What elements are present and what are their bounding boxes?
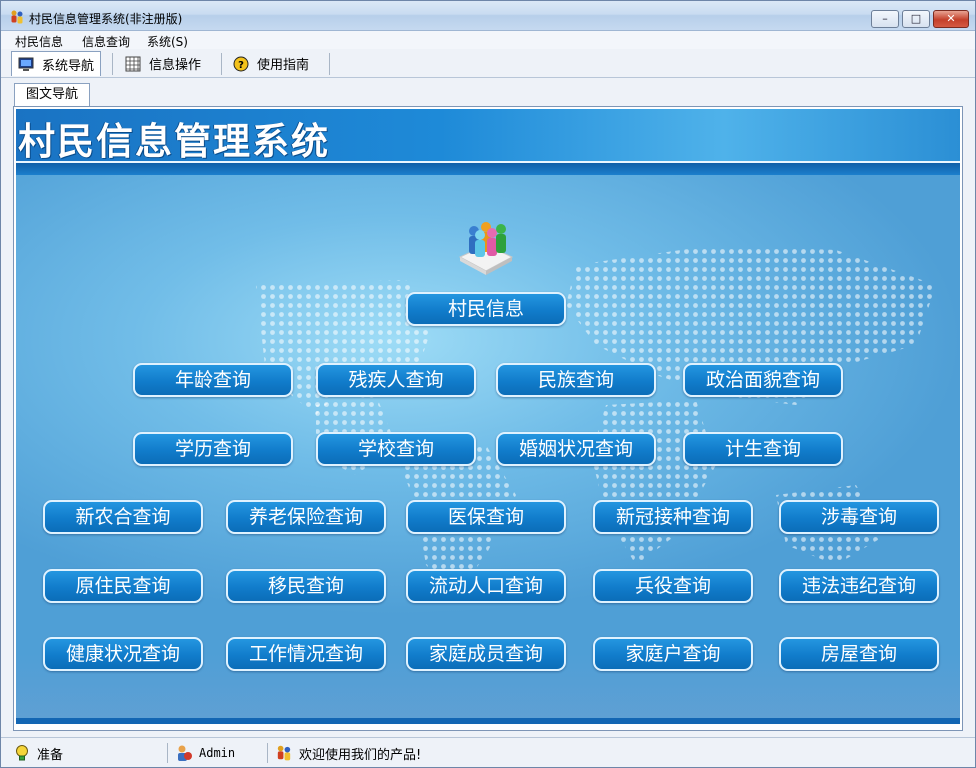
menu-bar: 村民信息 信息查询 系统(S) <box>1 31 975 49</box>
status-welcome-text: 欢迎使用我们的产品! <box>299 747 422 763</box>
navigation-stage: 村民信息 年龄查询 残疾人查询 民族查询 政治面貌查询 学历查询 学校查询 婚姻… <box>16 175 960 724</box>
grid-icon <box>125 56 141 71</box>
user-icon <box>178 745 192 761</box>
status-welcome: 欢迎使用我们的产品! <box>275 738 421 768</box>
native-resident-query-button[interactable]: 原住民查询 <box>43 569 203 603</box>
toolbar-divider <box>329 53 330 75</box>
maximize-icon: □ <box>910 12 922 25</box>
toolbar-divider <box>112 53 113 75</box>
family-member-query-button[interactable]: 家庭成员查询 <box>406 637 566 671</box>
villager-info-button[interactable]: 村民信息 <box>406 292 566 326</box>
household-query-button[interactable]: 家庭户查询 <box>593 637 753 671</box>
close-icon: ✕ <box>946 12 956 25</box>
banner-title: 村民信息管理系统 <box>18 119 330 163</box>
svg-text:?: ? <box>238 60 244 71</box>
medical-insurance-query-button[interactable]: 医保查询 <box>406 500 566 534</box>
app-window: 村民信息管理系统(非注册版) – □ ✕ 村民信息 信息查询 系统(S) 系统导… <box>0 0 976 768</box>
covid-vaccination-query-button[interactable]: 新冠接种查询 <box>593 500 753 534</box>
floating-population-query-button[interactable]: 流动人口查询 <box>406 569 566 603</box>
title-bar[interactable]: 村民信息管理系统(非注册版) – □ ✕ <box>1 1 975 31</box>
tab-system-navigation-label: 系统导航 <box>42 58 95 74</box>
immigrant-query-button[interactable]: 移民查询 <box>226 569 386 603</box>
status-ready-text: 准备 <box>37 747 64 763</box>
menu-villager-info[interactable]: 村民信息 <box>15 33 63 50</box>
political-status-query-button[interactable]: 政治面貌查询 <box>683 363 843 397</box>
military-service-query-button[interactable]: 兵役查询 <box>593 569 753 603</box>
help-icon: ? <box>233 56 249 71</box>
menu-system[interactable]: 系统(S) <box>147 33 188 50</box>
status-divider <box>267 743 268 763</box>
lightbulb-icon <box>16 745 28 761</box>
toolbar: 系统导航 信息操作 ? 使用指南 <box>1 49 975 78</box>
app-logo-icon <box>277 745 291 761</box>
housing-query-button[interactable]: 房屋查询 <box>779 637 939 671</box>
status-user: Admin <box>175 738 235 768</box>
tab-user-guide-label: 使用指南 <box>257 58 310 73</box>
work-status-query-button[interactable]: 工作情况查询 <box>226 637 386 671</box>
tab-user-guide[interactable]: ? 使用指南 <box>227 51 315 76</box>
menu-info-query[interactable]: 信息查询 <box>82 33 130 50</box>
app-logo-icon <box>11 10 23 24</box>
tab-system-navigation[interactable]: 系统导航 <box>11 51 102 76</box>
minimize-button[interactable]: – <box>871 10 899 28</box>
drug-query-button[interactable]: 涉毒查询 <box>779 500 939 534</box>
tab-info-operation-label: 信息操作 <box>149 58 202 73</box>
banner-stripe <box>16 161 960 175</box>
ethnicity-query-button[interactable]: 民族查询 <box>496 363 656 397</box>
navigation-panel: 村民信息管理系统 村民信息 年龄查询 残疾人查询 民族查询 政治面貌查询 学历查… <box>13 106 963 731</box>
status-bar: 准备 Admin 欢迎使用我们的产品! <box>1 737 975 767</box>
minimize-icon: – <box>882 12 888 25</box>
school-query-button[interactable]: 学校查询 <box>316 432 476 466</box>
close-button[interactable]: ✕ <box>933 10 969 28</box>
violation-query-button[interactable]: 违法违纪查询 <box>779 569 939 603</box>
maximize-button[interactable]: □ <box>902 10 930 28</box>
tab-graphic-navigation[interactable]: 图文导航 <box>14 83 90 107</box>
status-ready: 准备 <box>13 738 63 768</box>
marital-status-query-button[interactable]: 婚姻状况查询 <box>496 432 656 466</box>
stage-bottom-bar <box>16 718 960 724</box>
status-user-name: Admin <box>199 746 236 760</box>
banner: 村民信息管理系统 <box>16 109 960 175</box>
rural-medical-query-button[interactable]: 新农合查询 <box>43 500 203 534</box>
pension-query-button[interactable]: 养老保险查询 <box>226 500 386 534</box>
monitor-icon <box>18 57 34 71</box>
family-planning-query-button[interactable]: 计生查询 <box>683 432 843 466</box>
education-query-button[interactable]: 学历查询 <box>133 432 293 466</box>
window-title: 村民信息管理系统(非注册版) <box>29 12 183 26</box>
people-group-icon <box>458 222 514 275</box>
health-status-query-button[interactable]: 健康状况查询 <box>43 637 203 671</box>
tab-info-operation[interactable]: 信息操作 <box>119 51 207 76</box>
toolbar-divider <box>221 53 222 75</box>
status-divider <box>167 743 168 763</box>
age-query-button[interactable]: 年龄查询 <box>133 363 293 397</box>
disabled-query-button[interactable]: 残疾人查询 <box>316 363 476 397</box>
